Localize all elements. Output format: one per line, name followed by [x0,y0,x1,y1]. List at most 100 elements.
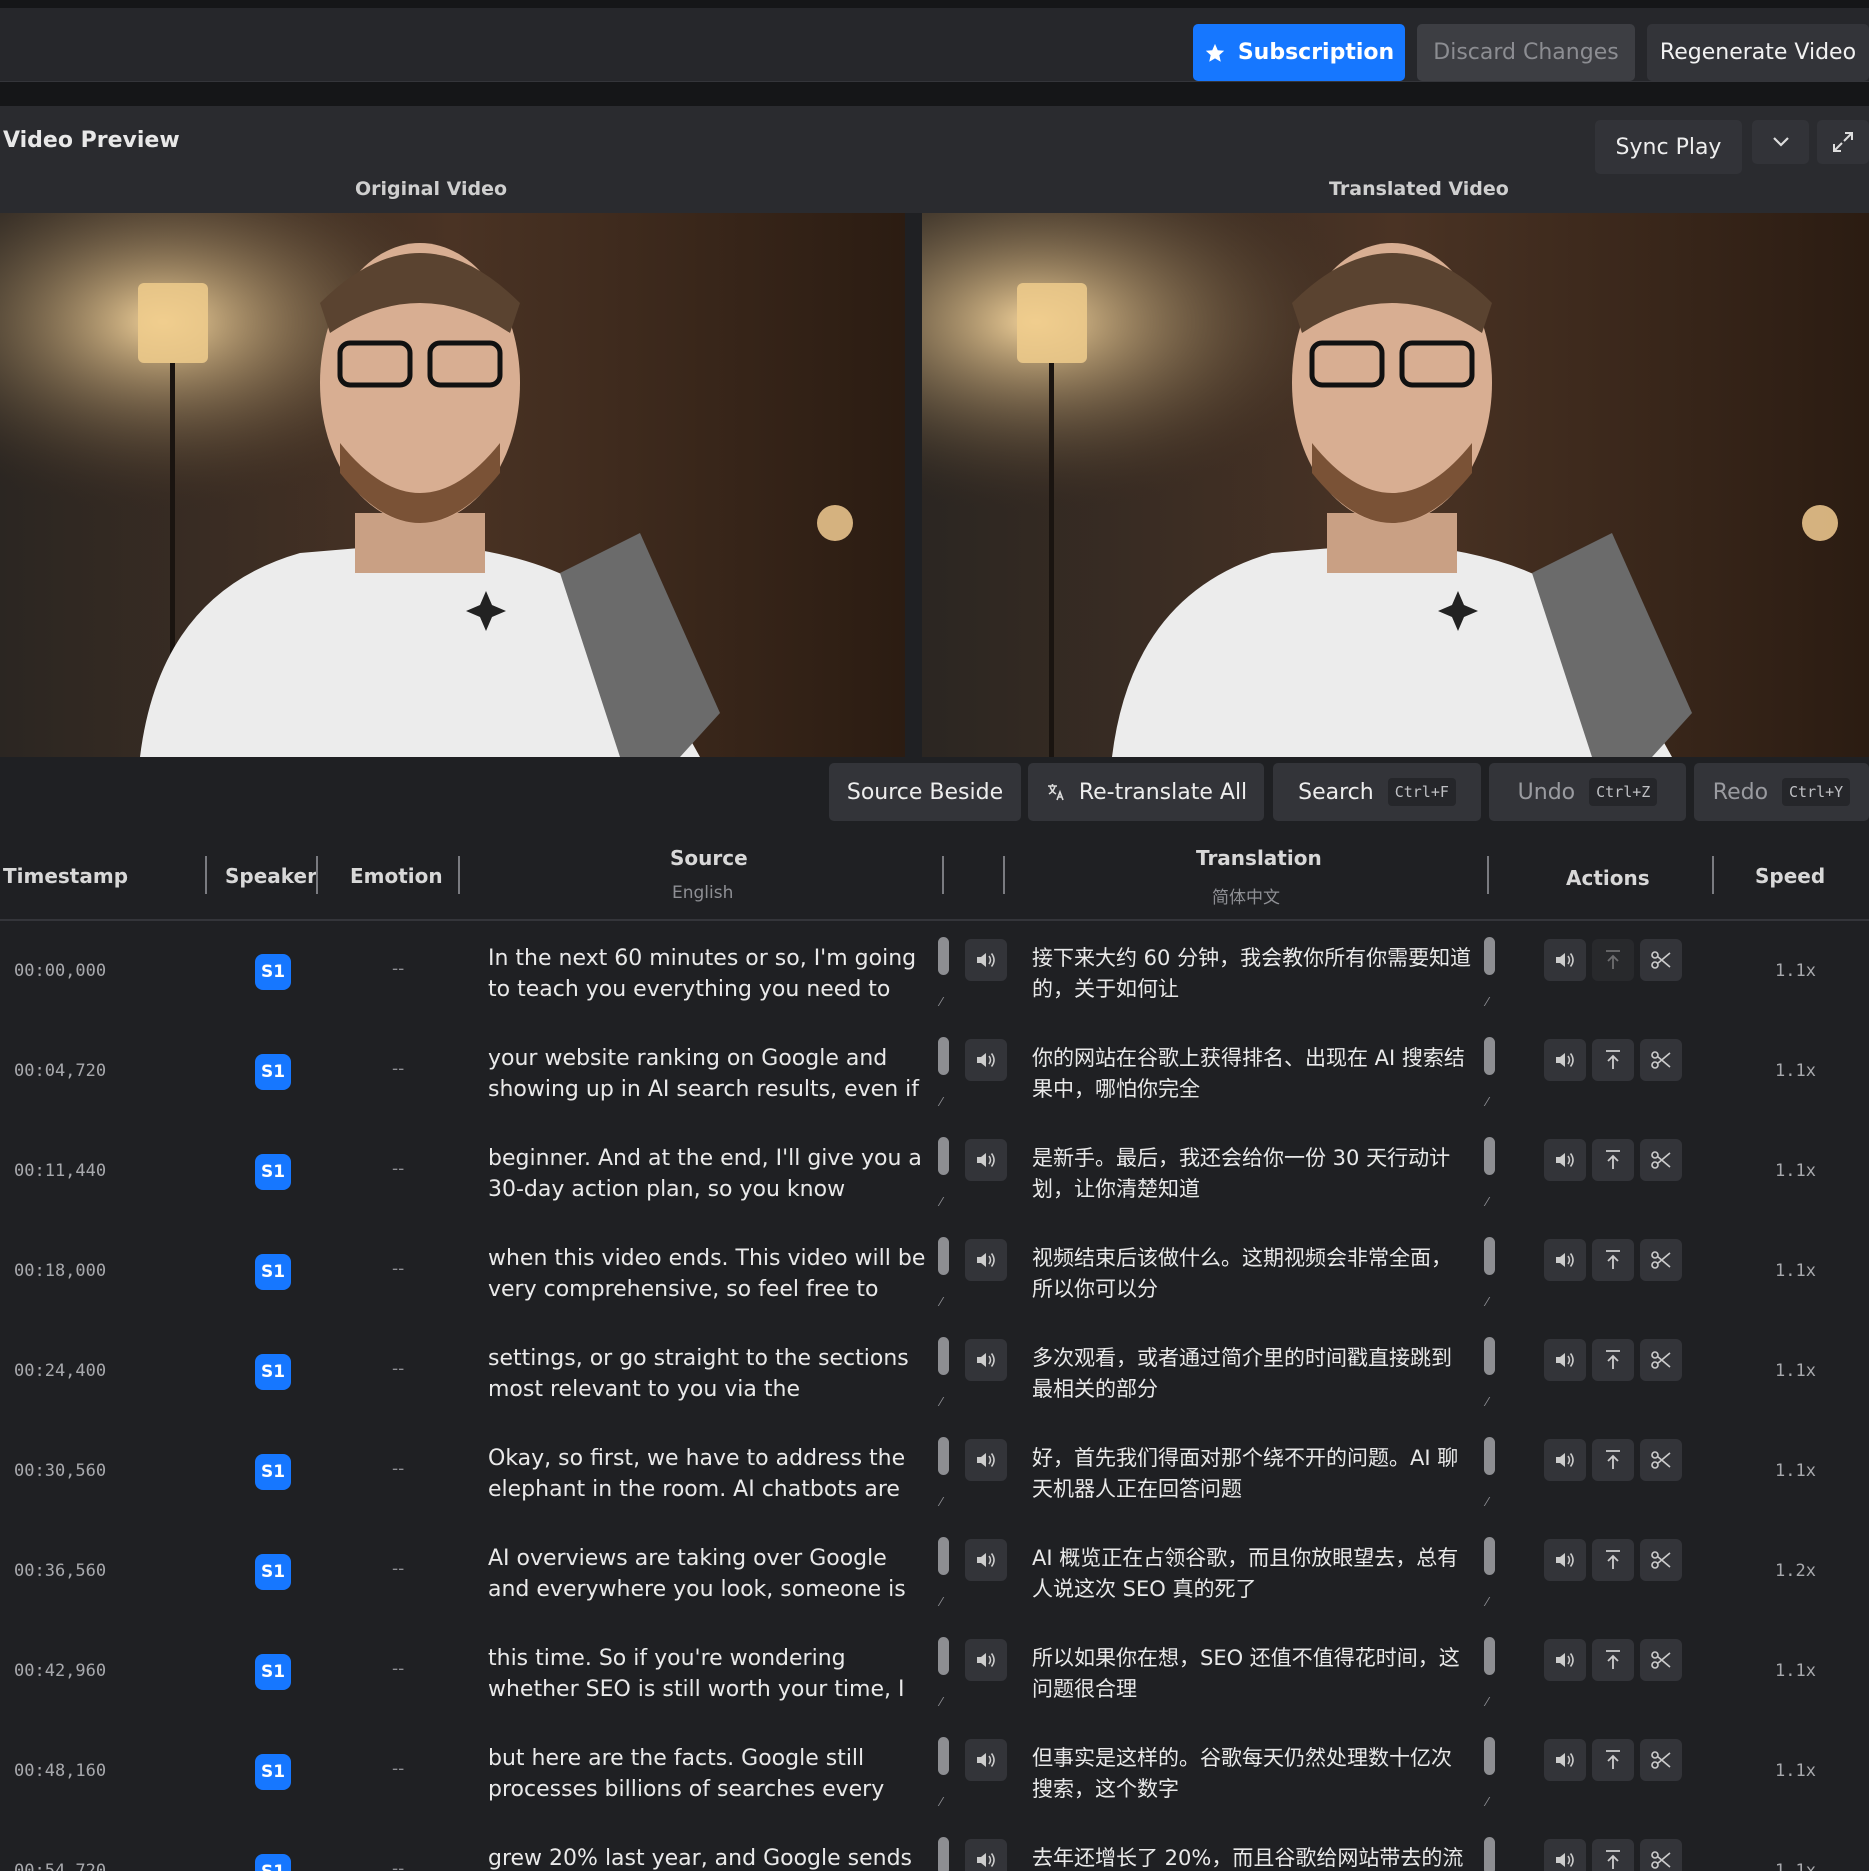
source-text[interactable]: beginner. And at the end, I'll give you … [488,1143,928,1205]
source-scrollbar[interactable] [938,1537,949,1575]
play-source-button[interactable] [965,1339,1007,1381]
play-translation-button[interactable] [1544,1239,1586,1281]
play-translation-button[interactable] [1544,1339,1586,1381]
table-row[interactable]: 00:18,000 S1 -- when this video ends. This … [0,1221,1869,1321]
speaker-badge[interactable]: S1 [255,1454,291,1490]
translation-text[interactable]: 多次观看，或者通过简介里的时间戳直接跳到最相关的部分 [1032,1343,1472,1399]
split-button[interactable] [1640,939,1682,981]
source-resize-handle[interactable]: ⁄ [940,1095,942,1109]
source-resize-handle[interactable]: ⁄ [940,1395,942,1409]
play-source-button[interactable] [965,1139,1007,1181]
table-row[interactable]: 00:24,400 S1 -- settings, or go straight to… [0,1321,1869,1421]
source-text[interactable]: this time. So if you're wondering whethe… [488,1643,928,1705]
merge-up-button[interactable] [1592,1339,1634,1381]
translated-video-player[interactable] [922,213,1869,757]
source-scrollbar[interactable] [938,1637,949,1675]
row-speed[interactable]: 1.1x [1775,1161,1816,1181]
merge-up-button[interactable] [1592,1739,1634,1781]
translation-scrollbar[interactable] [1484,1637,1495,1675]
row-speed[interactable]: 1.1x [1775,1061,1816,1081]
undo-button[interactable]: Undo Ctrl+Z [1489,763,1686,821]
play-source-button[interactable] [965,1239,1007,1281]
source-scrollbar[interactable] [938,937,949,975]
play-source-button[interactable] [965,1439,1007,1481]
discard-changes-button[interactable]: Discard Changes [1417,24,1635,81]
source-resize-handle[interactable]: ⁄ [940,1295,942,1309]
source-text[interactable]: your website ranking on Google and showi… [488,1043,928,1105]
row-speed[interactable]: 1.1x [1775,1461,1816,1481]
play-source-button[interactable] [965,1039,1007,1081]
source-text[interactable]: grew 20% last year, and Google sends 190 [488,1843,928,1871]
split-button[interactable] [1640,1539,1682,1581]
translation-resize-handle[interactable]: ⁄ [1486,1395,1488,1409]
merge-up-button[interactable] [1592,1439,1634,1481]
merge-up-button[interactable] [1592,1639,1634,1681]
fullscreen-button[interactable] [1817,120,1869,164]
split-button[interactable] [1640,1239,1682,1281]
column-divider[interactable] [458,856,460,894]
translation-scrollbar[interactable] [1484,1837,1495,1871]
row-emotion[interactable]: -- [392,1659,404,1679]
speaker-badge[interactable]: S1 [255,1254,291,1290]
translation-scrollbar[interactable] [1484,1237,1495,1275]
play-source-button[interactable] [965,939,1007,981]
table-row[interactable]: 00:42,960 S1 -- this time. So if you're won… [0,1621,1869,1721]
translation-resize-handle[interactable]: ⁄ [1486,1595,1488,1609]
table-row[interactable]: 00:04,720 S1 -- your website ranking on Goo… [0,1021,1869,1121]
source-scrollbar[interactable] [938,1737,949,1775]
source-text[interactable]: when this video ends. This video will be… [488,1243,928,1305]
table-row[interactable]: 00:36,560 S1 -- AI overviews are taking ove… [0,1521,1869,1621]
row-emotion[interactable]: -- [392,1059,404,1079]
source-scrollbar[interactable] [938,1137,949,1175]
source-text[interactable]: Okay, so first, we have to address the e… [488,1443,928,1505]
split-button[interactable] [1640,1339,1682,1381]
row-speed[interactable]: 1.1x [1775,1761,1816,1781]
translation-scrollbar[interactable] [1484,1337,1495,1375]
merge-up-button[interactable] [1592,1239,1634,1281]
search-button[interactable]: Search Ctrl+F [1273,763,1481,821]
row-speed[interactable]: 1.1x [1775,961,1816,981]
source-scrollbar[interactable] [938,1237,949,1275]
translation-text[interactable]: 好，首先我们得面对那个绕不开的问题。AI 聊天机器人正在回答问题 [1032,1443,1472,1499]
source-resize-handle[interactable]: ⁄ [940,1195,942,1209]
play-translation-button[interactable] [1544,1539,1586,1581]
translation-resize-handle[interactable]: ⁄ [1486,1295,1488,1309]
row-speed[interactable]: 1.1x [1775,1861,1816,1871]
translation-resize-handle[interactable]: ⁄ [1486,1695,1488,1709]
translation-scrollbar[interactable] [1484,1437,1495,1475]
translation-text[interactable]: 所以如果你在想，SEO 还值不值得花时间，这问题很合理 [1032,1643,1472,1699]
row-emotion[interactable]: -- [392,1559,404,1579]
source-resize-handle[interactable]: ⁄ [940,995,942,1009]
merge-up-button[interactable] [1592,1839,1634,1871]
play-source-button[interactable] [965,1839,1007,1871]
split-button[interactable] [1640,1039,1682,1081]
translation-resize-handle[interactable]: ⁄ [1486,995,1488,1009]
play-translation-button[interactable] [1544,939,1586,981]
redo-button[interactable]: Redo Ctrl+Y [1694,763,1869,821]
table-row[interactable]: 00:54,720 S1 -- grew 20% last year, and Goo… [0,1821,1869,1871]
play-translation-button[interactable] [1544,1639,1586,1681]
table-row[interactable]: 00:48,160 S1 -- but here are the facts. Goo… [0,1721,1869,1821]
play-source-button[interactable] [965,1639,1007,1681]
split-button[interactable] [1640,1139,1682,1181]
play-translation-button[interactable] [1544,1039,1586,1081]
row-emotion[interactable]: -- [392,1259,404,1279]
source-resize-handle[interactable]: ⁄ [940,1495,942,1509]
speaker-badge[interactable]: S1 [255,1054,291,1090]
translation-text[interactable]: 你的网站在谷歌上获得排名、出现在 AI 搜索结果中，哪怕你完全 [1032,1043,1472,1099]
translation-scrollbar[interactable] [1484,1737,1495,1775]
translation-scrollbar[interactable] [1484,1537,1495,1575]
speaker-badge[interactable]: S1 [255,1554,291,1590]
play-translation-button[interactable] [1544,1439,1586,1481]
source-scrollbar[interactable] [938,1037,949,1075]
play-source-button[interactable] [965,1539,1007,1581]
translation-text[interactable]: 是新手。最后，我还会给你一份 30 天行动计划，让你清楚知道 [1032,1143,1472,1199]
row-emotion[interactable]: -- [392,1859,404,1871]
column-divider[interactable] [1712,856,1714,894]
speaker-badge[interactable]: S1 [255,1654,291,1690]
column-divider[interactable] [942,856,944,894]
translation-resize-handle[interactable]: ⁄ [1486,1495,1488,1509]
merge-up-button[interactable] [1592,939,1634,981]
original-video-player[interactable] [0,213,905,757]
play-translation-button[interactable] [1544,1739,1586,1781]
